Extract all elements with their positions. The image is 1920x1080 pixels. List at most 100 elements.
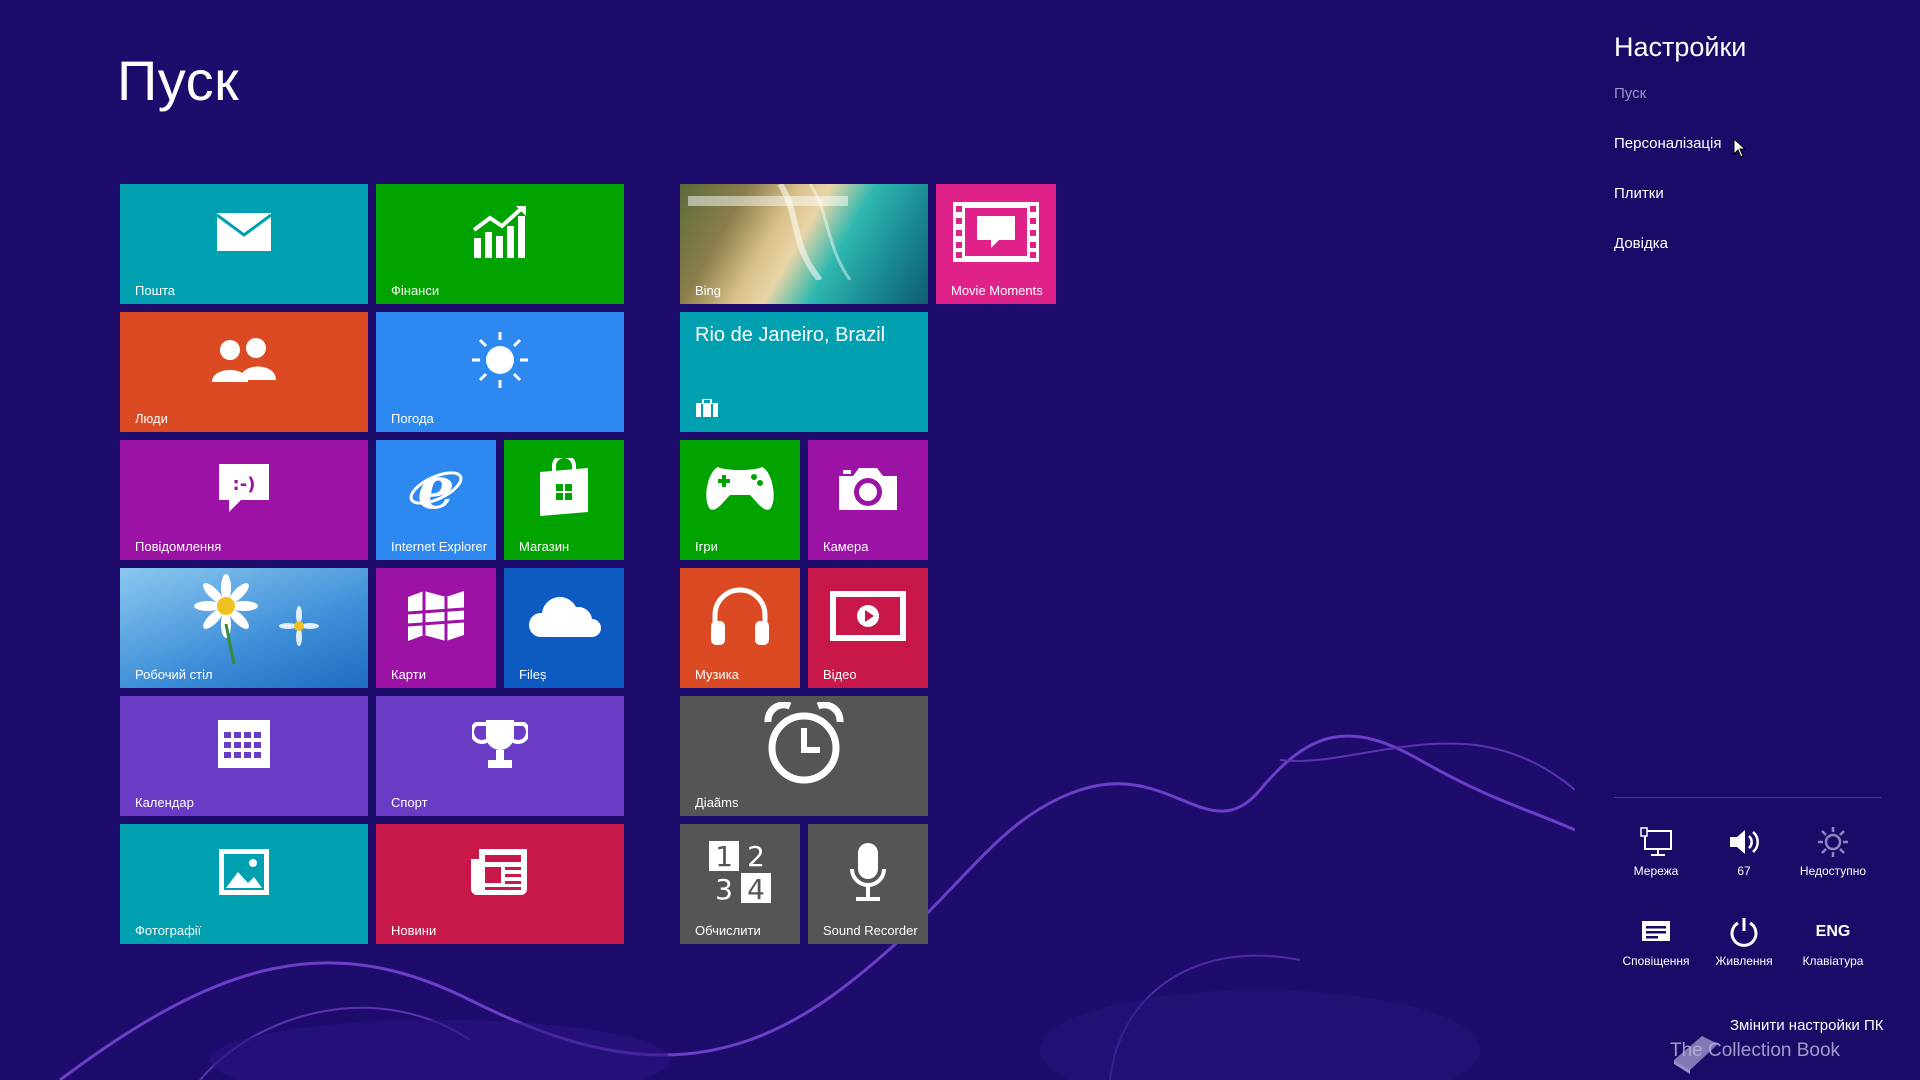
tile-alarms[interactable]: Дiaãms	[680, 696, 928, 816]
network-icon	[1611, 824, 1701, 860]
qs-network-label: Мережа	[1633, 864, 1679, 878]
tile-messaging-label: Повідомлення	[135, 539, 222, 554]
tile-games[interactable]: Ігри	[680, 440, 800, 560]
svg-text::-): :-)	[233, 474, 256, 495]
maps-icon	[376, 568, 496, 664]
tile-calculator-label: Обчислити	[695, 923, 761, 938]
svg-text:1: 1	[715, 840, 733, 873]
tile-mail-label: Пошта	[135, 283, 176, 298]
gamepad-icon	[680, 440, 800, 536]
tile-alarms-label: Дiaãms	[695, 795, 739, 810]
travel-title: Rio de Janeiro, Brazil	[695, 324, 886, 346]
tile-photos[interactable]: Фотографії	[120, 824, 368, 944]
speaker-icon	[1699, 824, 1789, 860]
charms-title: Настройки	[1614, 32, 1747, 62]
trophy-icon	[376, 696, 624, 792]
tile-people-label: Люди	[135, 411, 168, 426]
tile-movie-moments-label: Movie Moments	[951, 283, 1043, 298]
svg-text:e: e	[418, 458, 455, 518]
charms-subtitle: Пуск	[1614, 85, 1647, 102]
tile-bing[interactable]: Bing	[680, 184, 928, 304]
settings-charm-panel: Настройки Пуск Персоналізація Плитки Дов…	[1575, 0, 1920, 1080]
qs-power-label: Живлення	[1715, 954, 1773, 968]
tile-sound-recorder-label: Sound Recorder	[823, 923, 918, 938]
tile-photos-label: Фотографії	[135, 923, 202, 938]
tile-travel[interactable]: Rio de Janeiro, Brazil	[680, 312, 928, 432]
svg-text:3: 3	[715, 873, 733, 905]
tile-music[interactable]: Музика	[680, 568, 800, 688]
tile-people[interactable]: Люди	[120, 312, 368, 432]
qs-notifications-label: Сповіщення	[1622, 954, 1690, 968]
power-icon	[1699, 914, 1789, 950]
news-icon	[376, 824, 624, 920]
desktop-daisy-image	[120, 568, 368, 664]
charms-link-help[interactable]: Довідка	[1614, 235, 1668, 252]
headphones-icon	[680, 568, 800, 664]
tile-movie-moments[interactable]: Movie Moments	[936, 184, 1056, 304]
suitcase-icon	[695, 398, 719, 422]
qs-volume-label: 67	[1737, 864, 1751, 878]
tile-files[interactable]: Fileș	[504, 568, 624, 688]
tile-sound-recorder[interactable]: Sound Recorder	[808, 824, 928, 944]
keyboard-language-code: ENG	[1815, 923, 1851, 940]
tile-weather-label: Погода	[391, 411, 434, 426]
watermark: The Collection Book	[1670, 1040, 1841, 1061]
tile-news[interactable]: Новини	[376, 824, 624, 944]
tile-ie-label: Internet Explorer	[391, 539, 488, 554]
notifications-icon	[1611, 914, 1701, 950]
tile-music-label: Музика	[695, 667, 739, 682]
movie-moments-icon	[936, 184, 1056, 280]
qs-network[interactable]: Мережа	[1611, 824, 1701, 878]
tile-messaging[interactable]: :-) Повідомлення	[120, 440, 368, 560]
brightness-icon	[1788, 824, 1878, 860]
mail-icon	[120, 184, 368, 280]
tile-video[interactable]: Відео	[808, 568, 928, 688]
qs-brightness-label: Недоступно	[1799, 864, 1867, 878]
tile-bing-label: Bing	[695, 283, 722, 298]
photos-icon	[120, 824, 368, 920]
svg-text:2: 2	[747, 840, 765, 873]
tile-desktop-label: Робочий стіл	[135, 667, 213, 682]
finance-icon	[376, 184, 624, 280]
store-icon	[504, 440, 624, 536]
tile-store-label: Магазин	[519, 539, 570, 554]
tile-finance-label: Фінанси	[391, 283, 440, 298]
change-pc-settings-link[interactable]: Змінити настройки ПК	[1730, 1017, 1883, 1034]
tile-calculator[interactable]: 1234 Обчислити	[680, 824, 800, 944]
tile-camera[interactable]: Камера	[808, 440, 928, 560]
camera-icon	[808, 440, 928, 536]
tile-camera-label: Камера	[823, 539, 869, 554]
tile-maps[interactable]: Карти	[376, 568, 496, 688]
qs-keyboard[interactable]: ENG Клавіатура	[1788, 914, 1878, 968]
tile-files-label: Fileș	[519, 667, 547, 682]
calendar-icon	[120, 696, 368, 792]
tile-store[interactable]: Магазин	[504, 440, 624, 560]
tile-desktop[interactable]: Робочий стіл	[120, 568, 368, 688]
qs-notifications[interactable]: Сповіщення	[1611, 914, 1701, 968]
internet-explorer-icon: e	[376, 440, 496, 536]
tile-weather[interactable]: Погода	[376, 312, 624, 432]
tile-calendar[interactable]: Календар	[120, 696, 368, 816]
tile-calendar-label: Календар	[135, 795, 194, 810]
start-title: Пуск	[117, 49, 240, 112]
tile-sports[interactable]: Спорт	[376, 696, 624, 816]
bing-beach-image	[680, 184, 928, 280]
tile-finance[interactable]: Фінанси	[376, 184, 624, 304]
qs-keyboard-label: Клавіатура	[1802, 954, 1864, 968]
tile-mail[interactable]: Пошта	[120, 184, 368, 304]
tile-internet-explorer[interactable]: e Internet Explorer	[376, 440, 496, 560]
cloud-icon	[504, 568, 624, 664]
charms-link-personalization[interactable]: Персоналізація	[1614, 135, 1721, 152]
qs-volume[interactable]: 67	[1699, 824, 1789, 878]
tile-sports-label: Спорт	[391, 795, 428, 810]
tile-games-label: Ігри	[695, 539, 718, 554]
qs-brightness[interactable]: Недоступно	[1788, 824, 1878, 878]
video-icon	[808, 568, 928, 664]
tile-video-label: Відео	[823, 667, 857, 682]
qs-power[interactable]: Живлення	[1699, 914, 1789, 968]
microphone-icon	[808, 824, 928, 920]
mouse-pointer-icon	[1733, 137, 1747, 163]
svg-text:4: 4	[747, 873, 765, 905]
charms-divider	[1614, 797, 1881, 798]
charms-link-tiles[interactable]: Плитки	[1614, 185, 1664, 202]
